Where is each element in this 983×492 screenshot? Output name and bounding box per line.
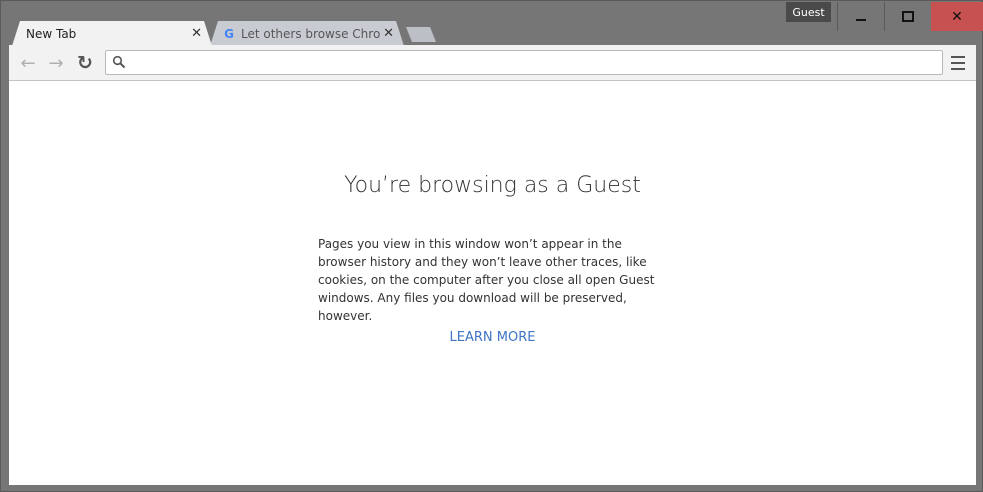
hamburger-line: [951, 62, 965, 64]
page-title: You’re browsing as a Guest: [344, 173, 641, 198]
tab-new-tab[interactable]: New Tab ✕: [12, 21, 212, 46]
maximize-button[interactable]: [884, 2, 931, 31]
tab-let-others-browse[interactable]: G Let others browse Chrome ✕: [210, 21, 404, 46]
tab-title: Let others browse Chrome: [241, 26, 381, 41]
learn-more-link[interactable]: LEARN MORE: [9, 330, 976, 345]
guest-page: You’re browsing as a Guest Pages you vie…: [9, 81, 976, 485]
arrow-right-icon: →: [48, 52, 64, 74]
hamburger-line: [951, 68, 965, 70]
tab-title: New Tab: [26, 26, 77, 41]
minimize-icon: [856, 18, 866, 21]
tab-close-icon[interactable]: ✕: [191, 26, 202, 41]
forward-button[interactable]: →: [45, 52, 67, 74]
omnibox-input[interactable]: [105, 50, 943, 75]
maximize-icon: [902, 11, 914, 22]
reload-button[interactable]: ↻: [74, 52, 96, 74]
reload-icon: ↻: [77, 52, 93, 74]
toolbar: ← → ↻: [9, 45, 976, 81]
back-button[interactable]: ←: [17, 52, 39, 74]
new-tab-button[interactable]: [406, 27, 436, 42]
search-icon: [112, 55, 126, 69]
close-icon: ✕: [951, 8, 963, 25]
chrome-menu-button[interactable]: [949, 54, 967, 72]
guest-profile-badge[interactable]: Guest: [786, 2, 831, 22]
tab-close-icon[interactable]: ✕: [383, 26, 394, 41]
hamburger-line: [951, 56, 965, 58]
browser-window: Guest ✕ G Let others browse Chrome ✕ New…: [0, 0, 983, 492]
close-window-button[interactable]: ✕: [931, 2, 983, 31]
arrow-left-icon: ←: [20, 52, 36, 74]
guest-description: Pages you view in this window won’t appe…: [318, 237, 655, 323]
minimize-button[interactable]: [837, 2, 884, 31]
google-favicon-icon: G: [224, 26, 234, 41]
